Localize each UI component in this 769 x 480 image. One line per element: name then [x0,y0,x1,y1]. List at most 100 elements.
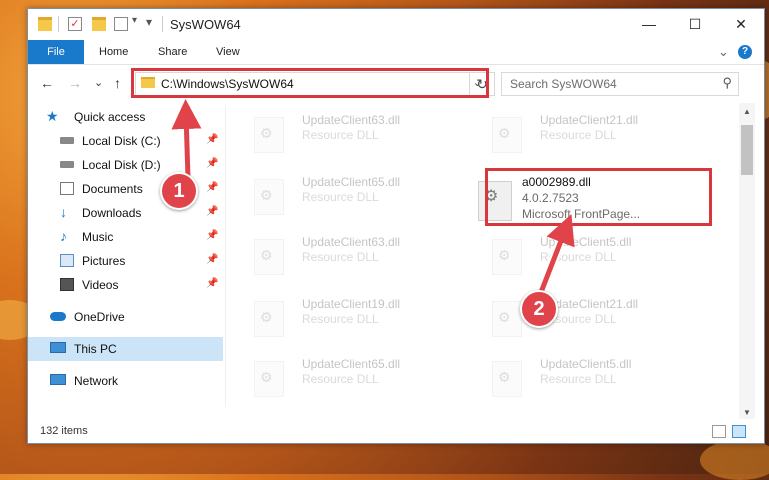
scrollbar-thumb[interactable] [741,125,753,175]
download-icon: ↓ [60,204,67,220]
dll-file-icon: ⚙ [254,179,284,215]
file-highlight-box [485,168,712,226]
minimize-button[interactable]: — [626,9,672,39]
file-name: UpdateClient65.dll [302,175,401,189]
callout-badge-2: 2 [520,290,558,328]
file-item[interactable]: ⚙ UpdateClient21.dll Resource DLL [478,109,708,159]
sidebar-item-label: Local Disk (D:) [82,158,161,172]
file-name: UpdateClient5.dll [540,235,632,249]
scroll-down-icon[interactable]: ▼ [739,408,755,417]
drive-icon [60,137,74,144]
file-description: Resource DLL [540,128,617,142]
file-item[interactable]: ⚙ UpdateClient65.dll Resource DLL [240,353,470,403]
back-icon[interactable]: ← [40,75,54,91]
forward-icon[interactable]: → [68,75,82,91]
vertical-scrollbar[interactable]: ▲ ▼ [739,103,755,419]
tab-file[interactable]: File [28,40,84,64]
dll-file-icon: ⚙ [492,239,522,275]
sidebar-item-quick-access[interactable]: ★ Quick access [28,105,223,129]
divider [162,16,163,32]
tab-home[interactable]: Home [99,40,128,64]
scroll-up-icon[interactable]: ▲ [739,107,755,116]
up-icon[interactable]: ↑ [114,75,121,91]
documents-icon [60,182,74,195]
pane-divider [225,105,226,407]
file-item[interactable]: ⚙ UpdateClient65.dll Resource DLL [240,171,470,221]
sidebar-item-label: Quick access [74,110,146,124]
search-input[interactable]: Search SysWOW64 ⚲ [501,72,739,96]
pin-icon[interactable]: 📌 [206,278,218,289]
file-name: UpdateClient5.dll [540,357,632,371]
large-icons-view-icon[interactable] [732,425,746,438]
file-name: UpdateClient63.dll [302,113,401,127]
sidebar-item-label: Videos [82,278,119,292]
sidebar-item-downloads[interactable]: ↓ Downloads 📌 [28,201,223,225]
dll-file-icon: ⚙ [254,117,284,153]
file-description: Resource DLL [302,128,379,142]
dll-file-icon: ⚙ [254,361,284,397]
sidebar-item-onedrive[interactable]: OneDrive [28,305,223,329]
window-title: SysWOW64 [170,17,241,32]
customize-toolbar-icon[interactable] [114,17,128,31]
properties-icon[interactable]: ✓ [68,17,82,31]
navigation-pane: ★ Quick access Local Disk (C:) 📌 Local D… [28,105,223,407]
file-name: UpdateClient19.dll [302,297,401,311]
help-icon[interactable]: ? [738,45,752,59]
file-description: Resource DLL [302,250,379,264]
network-icon [50,374,66,385]
videos-icon [60,278,74,291]
file-item[interactable]: ⚙ UpdateClient19.dll Resource DLL [240,293,470,343]
sidebar-item-local-disk-c[interactable]: Local Disk (C:) 📌 [28,129,223,153]
pin-icon[interactable]: 📌 [206,254,218,265]
sidebar-item-label: Music [82,230,114,244]
file-description: Resource DLL [302,190,379,204]
search-placeholder: Search SysWOW64 [510,77,617,91]
tab-share[interactable]: Share [158,40,187,64]
navigation-bar: ← → ⌄ ↑ C:\Windows\SysWOW64 ⌄ ↻ Search S… [28,65,764,103]
pin-icon[interactable]: 📌 [206,134,218,145]
file-item[interactable]: ⚙ UpdateClient63.dll Resource DLL [240,109,470,159]
computer-icon [50,342,66,353]
pin-icon[interactable]: 📌 [206,230,218,241]
sidebar-item-label: Network [74,374,119,388]
dll-file-icon: ⚙ [492,361,522,397]
background-leaf [700,440,769,480]
sidebar-item-network[interactable]: Network [28,369,223,393]
sidebar-item-local-disk-d[interactable]: Local Disk (D:) 📌 [28,153,223,177]
chevron-down-icon[interactable]: ▾ [132,15,137,26]
callout-badge-1: 1 [160,172,198,210]
sidebar-item-label: Pictures [82,254,126,268]
file-list: ⚙ UpdateClient63.dll Resource DLL ⚙ Upda… [234,105,738,405]
address-highlight-box [131,68,489,98]
file-item[interactable]: ⚙ UpdateClient5.dll Resource DLL [478,231,708,281]
dll-file-icon: ⚙ [492,301,522,337]
file-item[interactable]: ⚙ UpdateClient5.dll Resource DLL [478,353,708,403]
recent-locations-icon[interactable]: ⌄ [94,76,103,89]
expand-ribbon-icon[interactable]: ⌄ [718,40,729,64]
folder-icon [38,17,52,31]
dropdown-arrow-icon[interactable]: ▾ [146,15,152,29]
sidebar-item-this-pc[interactable]: This PC [28,337,223,361]
pictures-icon [60,254,74,267]
file-item[interactable]: ⚙ UpdateClient63.dll Resource DLL [240,231,470,281]
cloud-icon [50,312,66,321]
maximize-button[interactable]: ☐ [672,9,718,39]
close-button[interactable]: ✕ [718,9,764,39]
file-description: Resource DLL [540,372,617,386]
pin-icon[interactable]: 📌 [206,158,218,169]
tab-view[interactable]: View [216,40,240,64]
pin-icon[interactable]: 📌 [206,182,218,193]
sidebar-item-music[interactable]: ♪ Music 📌 [28,225,223,249]
music-icon: ♪ [60,228,67,244]
dll-file-icon: ⚙ [254,301,284,337]
file-item[interactable]: ⚙ UpdateClient21.dll Resource DLL [478,293,708,343]
search-icon[interactable]: ⚲ [722,75,732,91]
sidebar-item-pictures[interactable]: Pictures 📌 [28,249,223,273]
new-folder-icon[interactable] [92,17,106,31]
sidebar-item-label: OneDrive [74,310,125,324]
pin-icon[interactable]: 📌 [206,206,218,217]
sidebar-item-label: Downloads [82,206,142,220]
sidebar-item-label: Local Disk (C:) [82,134,161,148]
details-view-icon[interactable] [712,425,726,438]
sidebar-item-videos[interactable]: Videos 📌 [28,273,223,297]
